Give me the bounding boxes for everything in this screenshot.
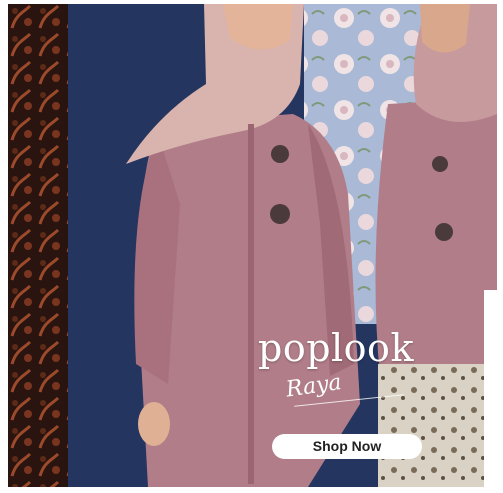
banner-photo: [8, 4, 497, 487]
left-hand: [138, 402, 170, 446]
page-margin: [484, 290, 503, 493]
brooch-top: [271, 145, 289, 163]
promo-banner[interactable]: poplook Raya Shop Now: [8, 4, 497, 487]
front-seam: [248, 124, 254, 484]
brooch-bottom: [270, 204, 290, 224]
brand-logo: poplook: [258, 326, 414, 370]
right-brooch-bottom: [435, 223, 453, 241]
shop-now-button[interactable]: Shop Now: [272, 434, 422, 459]
batik-panel: [8, 4, 68, 487]
right-brooch-top: [432, 156, 448, 172]
right-model-face: [420, 4, 470, 53]
